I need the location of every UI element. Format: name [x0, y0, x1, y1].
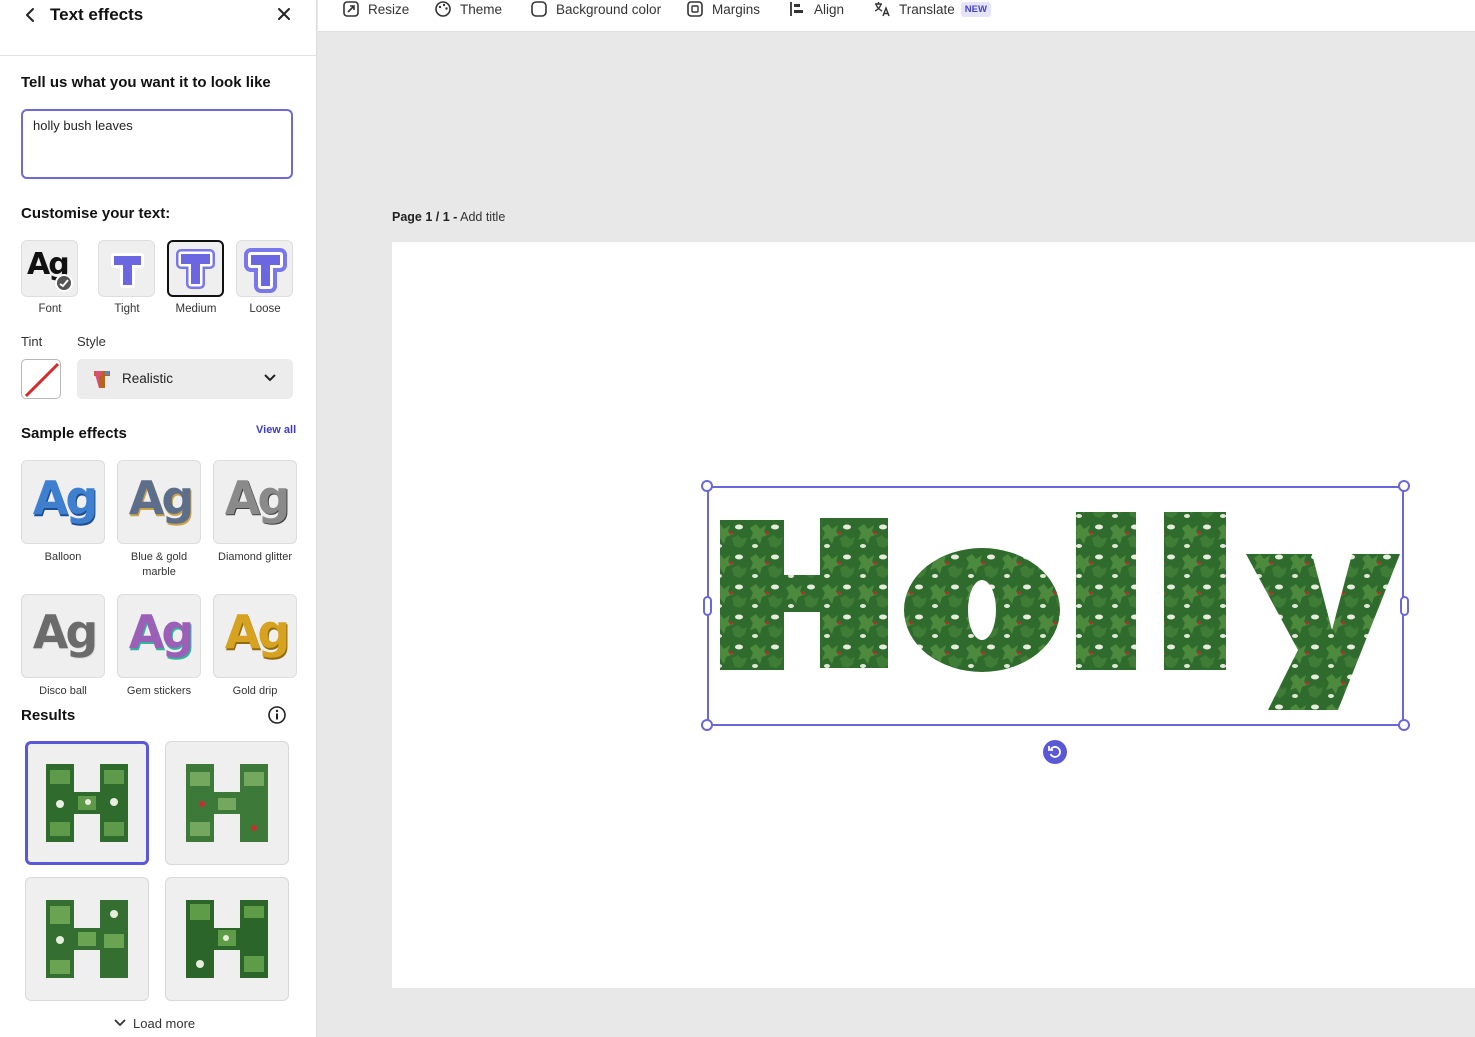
text-selection-box[interactable]: [707, 486, 1404, 726]
medium-option[interactable]: Medium: [167, 240, 225, 315]
margins-icon: [687, 1, 703, 17]
holly-h-preview: [46, 900, 128, 978]
rotate-icon: [1048, 746, 1061, 758]
resize-handle-bottom-left[interactable]: [701, 719, 713, 731]
resize-handle-left[interactable]: [703, 596, 712, 616]
holly-h-preview: [46, 764, 128, 842]
result-thumbnail-3[interactable]: [25, 877, 149, 1001]
sample-effects-label: Sample effects: [21, 425, 127, 442]
font-option-label: Font: [38, 303, 62, 315]
panel-title: Text effects: [50, 5, 144, 24]
chevron-down-icon: [114, 1019, 126, 1027]
theme-button[interactable]: Theme: [434, 0, 502, 18]
loose-outline-icon: [244, 248, 287, 293]
sample-blue-gold-marble[interactable]: Ag Blue & gold marble: [117, 460, 201, 580]
realistic-style-icon: [94, 371, 110, 388]
result-thumbnail-4[interactable]: [165, 877, 289, 1001]
style-value: Realistic: [122, 371, 174, 386]
text-effects-panel: Text effects Tell us what you want it to…: [0, 0, 317, 1037]
result-thumbnail-2[interactable]: [165, 741, 289, 865]
panel-header: Text effects: [0, 0, 317, 56]
loose-option[interactable]: Loose: [236, 240, 294, 315]
sample-gold-drip[interactable]: Ag Gold drip: [213, 594, 297, 699]
add-title-link[interactable]: Add title: [460, 210, 505, 224]
sample-disco-ball[interactable]: Ag Disco ball: [21, 594, 105, 699]
medium-outline-icon: [176, 249, 215, 289]
tight-option[interactable]: Tight: [98, 240, 156, 315]
resize-handle-right[interactable]: [1400, 596, 1409, 616]
tight-outline-icon: [111, 253, 144, 288]
tight-option-label: Tight: [114, 303, 140, 315]
page-label: Page 1 / 1 - Add title: [392, 210, 506, 224]
resize-button[interactable]: Resize: [342, 0, 409, 18]
medium-option-label: Medium: [175, 303, 217, 315]
background-color-icon: [531, 1, 547, 17]
prompt-input[interactable]: [21, 109, 293, 179]
translate-icon: [874, 2, 890, 17]
sample-diamond-glitter[interactable]: Ag Diamond glitter: [213, 460, 297, 565]
holly-h-preview: [186, 764, 268, 842]
top-toolbar: Resize Theme Background color Margins Al…: [318, 0, 1475, 32]
tint-none-swatch[interactable]: [21, 359, 61, 399]
sample-gem-stickers[interactable]: Ag Gem stickers: [117, 594, 201, 699]
no-tint-icon: [24, 362, 60, 398]
tint-label: Tint: [21, 334, 43, 349]
font-badge-icon: [55, 274, 73, 292]
translate-button[interactable]: Translate NEW: [873, 0, 991, 18]
font-option[interactable]: Ag Font: [21, 240, 79, 315]
rotate-handle[interactable]: [1043, 740, 1067, 764]
align-icon: [790, 2, 803, 16]
load-more-label: Load more: [133, 1016, 196, 1031]
loose-option-label: Loose: [249, 303, 281, 315]
sample-balloon[interactable]: Ag Balloon: [21, 460, 105, 565]
results-label: Results: [21, 707, 76, 724]
resize-icon: [343, 1, 359, 17]
result-thumbnail-1[interactable]: [25, 741, 149, 865]
load-more-button[interactable]: Load more: [113, 1016, 195, 1031]
style-label: Style: [77, 334, 106, 349]
margins-button[interactable]: Margins: [686, 0, 760, 18]
customise-label: Customise your text:: [21, 205, 171, 222]
info-icon[interactable]: [267, 705, 287, 725]
background-color-button[interactable]: Background color: [530, 0, 661, 18]
view-all-link[interactable]: View all: [256, 424, 296, 436]
resize-handle-bottom-right[interactable]: [1398, 719, 1410, 731]
chevron-down-icon: [264, 374, 276, 382]
new-badge: NEW: [960, 1, 991, 17]
align-button[interactable]: Align: [788, 0, 844, 18]
style-dropdown[interactable]: Realistic: [77, 359, 293, 399]
palette-icon: [435, 1, 451, 17]
resize-handle-top-right[interactable]: [1398, 480, 1410, 492]
close-icon[interactable]: [273, 3, 295, 25]
resize-handle-top-left[interactable]: [701, 480, 713, 492]
prompt-label: Tell us what you want it to look like: [21, 74, 271, 91]
holly-h-preview: [186, 900, 268, 978]
back-arrow-icon[interactable]: [20, 4, 42, 26]
